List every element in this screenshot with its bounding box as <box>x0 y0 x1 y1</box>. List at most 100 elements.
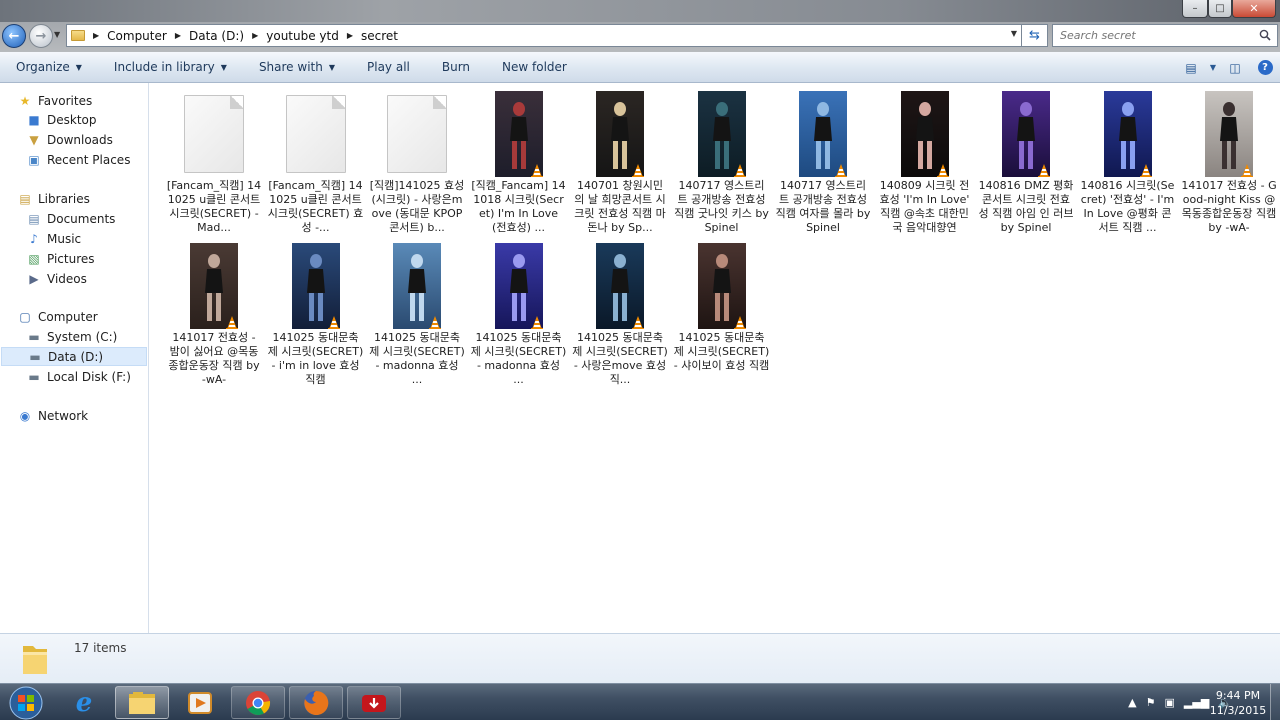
breadcrumb-item[interactable]: Computer <box>107 29 167 43</box>
start-button[interactable] <box>1 684 51 720</box>
address-dropdown-icon[interactable]: ▼ <box>1011 29 1017 38</box>
nav-group-network[interactable]: ◉ Network <box>17 406 88 425</box>
nav-item-desktop[interactable]: ■ Desktop <box>26 110 96 129</box>
search-icon[interactable] <box>1259 29 1271 41</box>
folder-icon <box>71 30 85 41</box>
file-name: [Fancam_직캠] 141025 u클린 콘서트 시크릿(SECRET) 효… <box>267 179 364 234</box>
preview-pane-button[interactable]: ◫ <box>1220 52 1250 83</box>
file-item[interactable]: 140816 DMZ 평화콘서트 시크릿 전효성 직캠 아임 인 러브 by S… <box>978 83 1074 234</box>
nav-item-music[interactable]: ♪ Music <box>26 229 81 248</box>
file-name: 140809 시크릿 전효성 'I'm In Love' 직캠 @속초 대한민국… <box>879 179 970 234</box>
view-dropdown-icon[interactable]: ▼ <box>1206 52 1220 83</box>
nav-label: Favorites <box>38 93 93 108</box>
file-name: 141017 전효성 - 밤이 싫어요 @목동종합운동장 직캠 by -wA- <box>168 331 260 386</box>
generic-file-icon <box>285 95 346 173</box>
forward-button[interactable]: → <box>29 24 53 48</box>
nav-group-favorites[interactable]: ★ Favorites <box>17 91 93 110</box>
help-button[interactable]: ? <box>1250 52 1280 83</box>
nav-group-computer[interactable]: ▢ Computer <box>17 307 97 326</box>
file-item[interactable]: 141025 동대문축제 시크릿(SECRET) - 샤이보이 효성 직캠 <box>674 235 770 385</box>
maximize-button[interactable]: □ <box>1208 0 1232 18</box>
vlc-cone-icon <box>1139 164 1152 177</box>
vlc-cone-icon <box>226 316 238 329</box>
refresh-button[interactable]: ⇆ <box>1022 24 1048 47</box>
action-center-flag-icon[interactable]: ⚑ <box>1146 696 1156 709</box>
file-item[interactable]: 140717 영스트리트 공개방송 전효성 직캠 굿나잇 키스 by Spine… <box>674 83 770 234</box>
file-item[interactable]: [직캠]141025 효성(시크릿) - 사랑은move (동대문 KPOP콘서… <box>369 83 465 234</box>
video-thumbnail <box>596 91 644 177</box>
clock[interactable]: 9:44 PM 11/3/2015 <box>1208 688 1268 718</box>
taskbar-firefox[interactable] <box>289 686 343 719</box>
file-item[interactable]: 141025 동대문축제 시크릿(SECRET) - 사랑은move 효성 직.… <box>572 235 668 386</box>
toolbar-play-all-button[interactable]: Play all <box>351 52 426 82</box>
search-input[interactable] <box>1060 29 1250 42</box>
title-bar[interactable] <box>0 0 1280 22</box>
nav-item-documents[interactable]: ▤ Documents <box>26 209 115 228</box>
taskbar-youtube-downloader[interactable] <box>347 686 401 719</box>
video-thumbnail <box>596 243 644 329</box>
file-item[interactable]: [직캠_Fancam] 141018 시크릿(Secret) I'm In Lo… <box>471 83 567 234</box>
file-item[interactable]: [Fancam_직캠] 141025 u클린 콘서트 시크릿(SECRET) 효… <box>267 83 364 234</box>
toolbar-new-folder-button[interactable]: New folder <box>486 52 583 82</box>
hard-drive-icon: ▬ <box>28 369 40 384</box>
minimize-button[interactable]: – <box>1182 0 1208 18</box>
breadcrumb-item[interactable]: Data (D:) <box>189 29 244 43</box>
taskbar-windows-explorer[interactable] <box>115 686 169 719</box>
file-item[interactable]: 141017 전효성 - Good-night Kiss @목동종합운동장 직캠… <box>1181 83 1277 234</box>
breadcrumb-item[interactable]: youtube ytd <box>266 29 339 43</box>
network-icon[interactable]: ▣ <box>1165 696 1175 709</box>
vlc-cone-icon <box>936 164 949 177</box>
nav-group-libraries[interactable]: ▤ Libraries <box>17 189 90 208</box>
breadcrumb-chevron-icon[interactable]: ▶ <box>93 31 99 40</box>
vlc-cone-icon <box>733 316 746 329</box>
nav-item-recent-places[interactable]: ▣ Recent Places <box>26 150 130 169</box>
file-item[interactable]: 140701 창원시민의 날 희망콘서트 시크릿 전효성 직캠 마돈나 by S… <box>572 83 668 234</box>
taskbar-internet-explorer[interactable]: e <box>57 686 111 719</box>
toolbar-burn-button[interactable]: Burn <box>426 52 486 82</box>
breadcrumb-chevron-icon[interactable]: ▶ <box>252 31 258 40</box>
nav-label: Local Disk (F:) <box>47 369 131 384</box>
recent-pages-dropdown[interactable]: ▼ <box>54 30 60 39</box>
nav-item-local-disk-f[interactable]: ▬ Local Disk (F:) <box>26 367 131 386</box>
arrow-left-icon: ← <box>8 28 20 44</box>
nav-item-system-c[interactable]: ▬ System (C:) <box>26 327 117 346</box>
file-item[interactable]: 141025 동대문축제 시크릿(SECRET) - madonna 효성 ..… <box>471 235 567 386</box>
search-box[interactable] <box>1052 24 1278 47</box>
item-count: 17 items <box>74 641 127 655</box>
file-item[interactable]: 140717 영스트리트 공개방송 전효성 직캠 여자를 몰라 by Spine… <box>775 83 871 234</box>
back-button[interactable]: ← <box>2 24 26 48</box>
toolbar-button-label: Burn <box>441 60 471 74</box>
video-thumbnail <box>393 243 441 329</box>
file-item[interactable]: 140809 시크릿 전효성 'I'm In Love' 직캠 @속초 대한민국… <box>877 83 973 234</box>
change-view-button[interactable]: ▤ <box>1176 52 1206 83</box>
breadcrumb-chevron-icon[interactable]: ▶ <box>175 31 181 40</box>
breadcrumb-item[interactable]: secret <box>361 29 398 43</box>
file-item[interactable]: 141025 동대문축제 시크릿(SECRET) - i'm in love 효… <box>268 235 364 386</box>
show-hidden-icons-icon[interactable]: ▲ <box>1128 696 1136 709</box>
file-item[interactable]: 141025 동대문축제 시크릿(SECRET) - madonna 효성 ..… <box>369 235 465 386</box>
file-item[interactable]: 141017 전효성 - 밤이 싫어요 @목동종합운동장 직캠 by -wA- <box>166 235 262 386</box>
nav-item-videos[interactable]: ▶ Videos <box>26 269 87 288</box>
show-desktop-button[interactable] <box>1270 684 1280 720</box>
help-icon: ? <box>1257 60 1273 75</box>
star-icon: ★ <box>19 93 31 108</box>
toolbar-share-with-button[interactable]: Share with ▼ <box>243 52 351 82</box>
taskbar-chrome[interactable] <box>231 686 285 719</box>
nav-item-pictures[interactable]: ▧ Pictures <box>26 249 94 268</box>
chrome-icon <box>246 690 271 715</box>
folder-icon <box>23 646 47 674</box>
toolbar-organize-button[interactable]: Organize ▼ <box>0 52 98 82</box>
nav-label: Data (D:) <box>48 349 104 364</box>
close-button[interactable]: ✕ <box>1232 0 1276 18</box>
signal-bars-icon[interactable]: ▂▄▆ <box>1184 696 1209 709</box>
nav-item-data-d[interactable]: ▬ Data (D:) <box>1 347 147 366</box>
address-bar[interactable]: ▶ Computer ▶ Data (D:) ▶ youtube ytd ▶ secret … <box>66 24 1022 47</box>
taskbar-media-player[interactable] <box>173 686 227 719</box>
breadcrumb-chevron-icon[interactable]: ▶ <box>347 31 353 40</box>
toolbar-include-in-library-button[interactable]: Include in library ▼ <box>98 52 243 82</box>
nav-label: Documents <box>47 211 116 226</box>
file-item[interactable]: 140816 시크릿(Secret) '전효성' - I'm In Love @… <box>1080 83 1176 234</box>
pictures-icon: ▧ <box>28 251 40 266</box>
nav-item-downloads[interactable]: ▼ Downloads <box>26 130 113 149</box>
file-item[interactable]: [Fancam_직캠] 141025 u클린 콘서트 시크릿(SECRET) -… <box>166 83 262 234</box>
